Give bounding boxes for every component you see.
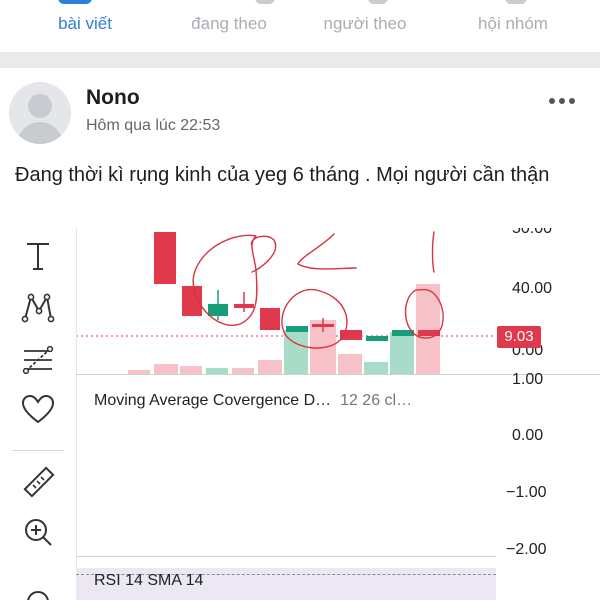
tab-posts[interactable]: bài viết: [10, 14, 160, 34]
candle: [208, 304, 228, 316]
candle: [234, 304, 254, 308]
candle: [286, 326, 308, 332]
pane-divider: [76, 556, 496, 557]
text-tool-icon[interactable]: [16, 234, 60, 278]
macd-axis-label: 0.00: [512, 427, 544, 444]
heart-icon[interactable]: [16, 388, 60, 432]
volume-bars: [128, 284, 440, 374]
macd-title: Moving Average Covergence D…: [94, 392, 332, 409]
tab-icon-posts: [58, 0, 92, 4]
current-price-tag: 9.03: [497, 326, 541, 348]
candle: [366, 336, 388, 341]
zoom-in-icon[interactable]: [16, 510, 60, 554]
chart-left-border: [76, 228, 77, 600]
annotation-scribble: [297, 233, 357, 270]
tab-icon-groups: [505, 0, 527, 4]
macd-axis-label: −2.00: [506, 541, 547, 558]
volume-bar: [364, 362, 388, 374]
profile-tabs: bài viết đang theo người theo hội nhóm: [0, 0, 600, 52]
candles: [154, 232, 440, 341]
avatar-head: [28, 94, 52, 118]
volume-bar: [180, 366, 202, 374]
section-divider: [0, 52, 600, 68]
volume-bar: [338, 354, 362, 374]
post-time[interactable]: Hôm qua lúc 22:53: [86, 117, 220, 135]
chart-toolbar: [0, 228, 76, 600]
volume-bar: [390, 332, 414, 374]
tab-followers[interactable]: người theo: [290, 14, 440, 34]
stock-chart[interactable]: 50.00 40.00 0.00 9.03 1.00 Moving Averag…: [76, 228, 600, 600]
volume-bar: [416, 284, 440, 374]
candle: [260, 308, 280, 330]
volume-bar: [258, 360, 282, 374]
tab-icon-following: [255, 0, 275, 4]
rsi-pane-title[interactable]: RSI 14 SMA 14: [94, 572, 203, 590]
candle: [154, 232, 176, 284]
price-axis-label: 40.00: [512, 280, 553, 297]
annotation-stroke: [431, 231, 435, 273]
candle: [312, 324, 334, 327]
tab-groups[interactable]: hội nhóm: [438, 14, 588, 34]
price-axis-label: 50.00: [512, 228, 553, 237]
macd-params: 12 26 cl…: [340, 392, 413, 409]
price-axis-label: 1.00: [512, 371, 544, 388]
post-author[interactable]: Nono: [86, 86, 140, 110]
tab-following[interactable]: đang theo: [154, 14, 304, 34]
avatar[interactable]: [9, 82, 71, 144]
volume-bar: [154, 364, 178, 374]
macd-axis-label: −1.00: [506, 484, 547, 501]
avatar-body: [17, 122, 63, 144]
fib-tool-icon[interactable]: [16, 338, 60, 382]
post-text: Đang thời kì rụng kinh của yeg 6 tháng .…: [15, 164, 550, 186]
more-horizontal-icon[interactable]: [548, 86, 576, 112]
pattern-tool-icon[interactable]: [16, 286, 60, 330]
toolbar-separator: [12, 450, 64, 451]
tab-icon-followers: [368, 0, 388, 4]
ruler-icon[interactable]: [16, 460, 60, 504]
settings-icon[interactable]: [16, 580, 60, 600]
macd-pane-title[interactable]: Moving Average Covergence D… 12 26 cl…: [94, 392, 412, 410]
